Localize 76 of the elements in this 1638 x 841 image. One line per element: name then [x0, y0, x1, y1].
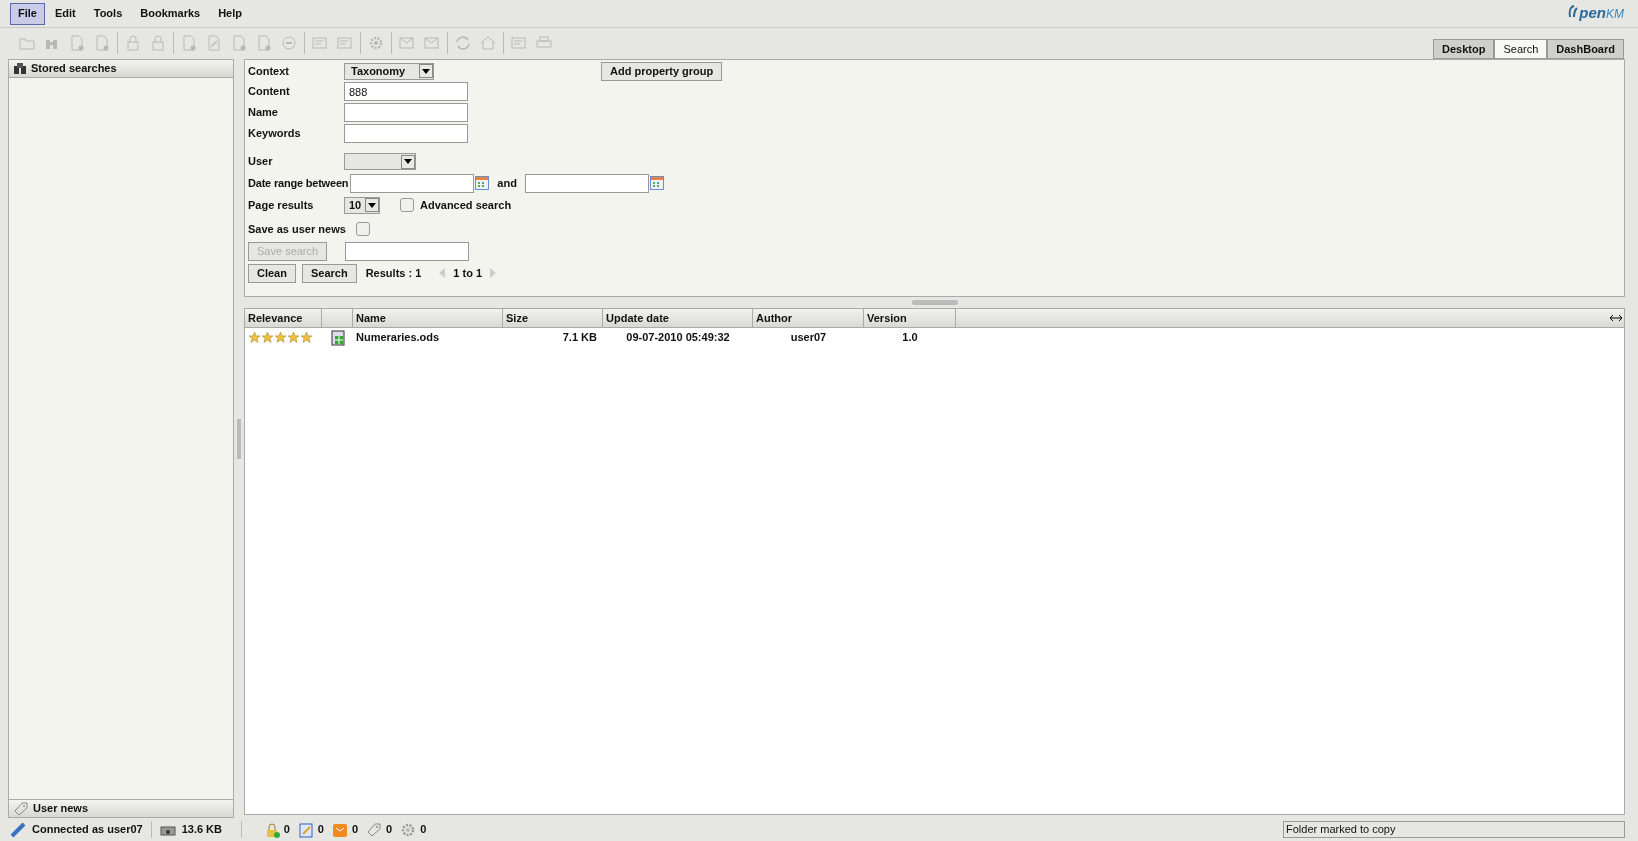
- table-cell: Numeraries.ods: [356, 331, 440, 344]
- plug-icon: [10, 821, 26, 838]
- column-header[interactable]: Update date: [603, 309, 753, 327]
- calendar-icon[interactable]: [649, 176, 664, 190]
- field-label: and: [497, 175, 517, 191]
- table-cell: 1.0: [902, 331, 918, 344]
- splitter-handle[interactable]: [237, 418, 241, 459]
- checkbox-label: Save as user news: [248, 221, 347, 237]
- field-label: Date range between: [248, 175, 349, 191]
- column-header[interactable]: Size: [503, 309, 603, 327]
- search-name-field[interactable]: [345, 241, 470, 261]
- resize-columns-icon[interactable]: [1610, 312, 1622, 324]
- spreadsheet-icon: [330, 329, 345, 346]
- mail-icon[interactable]: [331, 821, 348, 838]
- checkbox-label: Advanced search: [420, 197, 512, 213]
- column-header[interactable]: Relevance: [245, 309, 322, 327]
- field-label: Context: [248, 63, 290, 79]
- status-count: 0: [351, 822, 359, 838]
- table-cell: user07: [790, 331, 827, 344]
- caret-icon: [404, 159, 412, 164]
- calendar-icon[interactable]: [475, 176, 490, 190]
- gear-icon[interactable]: [400, 821, 417, 838]
- search-button[interactable]: Search: [301, 263, 357, 283]
- add-property-group-button[interactable]: Add property group: [601, 61, 723, 81]
- menu-item[interactable]: File: [10, 2, 45, 25]
- field-label: User: [248, 154, 274, 170]
- column-header[interactable]: Name: [353, 309, 503, 327]
- field-label: Name: [248, 105, 279, 121]
- field-label: Page results: [248, 197, 315, 213]
- next-icon[interactable]: [490, 268, 497, 278]
- date-to-field[interactable]: [524, 173, 649, 193]
- status-count: 0: [386, 822, 393, 838]
- page-results-select[interactable]: 10: [344, 196, 380, 214]
- checkbox[interactable]: [400, 198, 414, 212]
- caret-icon: [422, 68, 430, 74]
- menu-item[interactable]: Tools: [85, 2, 131, 25]
- splitter-handle[interactable]: [911, 300, 958, 305]
- menu-item[interactable]: Bookmarks: [132, 2, 209, 25]
- user-select[interactable]: [344, 153, 416, 170]
- panel-footer[interactable]: User news: [9, 799, 233, 817]
- menu-item[interactable]: Edit: [46, 2, 84, 25]
- panel-title: User news: [33, 801, 89, 817]
- date-from-field[interactable]: [350, 173, 475, 193]
- column-header[interactable]: Version: [864, 309, 956, 327]
- edit-icon[interactable]: [297, 821, 314, 838]
- tab[interactable]: Search: [1494, 39, 1548, 59]
- results-count: Results : 1: [365, 265, 422, 281]
- caret-icon: [368, 202, 376, 208]
- tab[interactable]: Desktop: [1433, 39, 1495, 59]
- table-cell: 09-07-2010 05:49:32: [626, 331, 730, 344]
- previous-icon[interactable]: [439, 268, 446, 278]
- content-field[interactable]: 888: [344, 82, 468, 101]
- logo: penKM: [1568, 2, 1624, 25]
- page-range: 1 to 1: [453, 265, 483, 281]
- name-field[interactable]: [344, 103, 468, 122]
- tab[interactable]: DashBoard: [1547, 39, 1624, 59]
- binoculars-icon: [13, 62, 27, 75]
- tag-icon[interactable]: [13, 800, 29, 817]
- status-count: 0: [420, 822, 427, 838]
- keywords-field[interactable]: [344, 124, 468, 143]
- column-header[interactable]: Author: [753, 309, 864, 327]
- connection-status: Connected as user07: [32, 821, 152, 838]
- context-select[interactable]: Taxonomy: [344, 62, 434, 80]
- menu-item[interactable]: Help: [210, 2, 250, 25]
- field-label: Keywords: [248, 126, 302, 142]
- panel-title: Stored searches: [31, 61, 117, 77]
- table-row[interactable]: Numeraries.ods 7.1 KB 09-07-2010 05:49:32 user07 1.0: [245, 328, 1624, 347]
- tag-icon[interactable]: [366, 821, 383, 838]
- checkbox[interactable]: [356, 222, 370, 236]
- table-cell: 7.1 KB: [562, 331, 597, 344]
- field-label: Content: [248, 84, 291, 100]
- status-count: 0: [317, 822, 324, 838]
- clean-button[interactable]: Clean: [248, 263, 296, 283]
- status-count: 0: [283, 822, 290, 838]
- storage-size: 13.6 KB: [181, 821, 242, 838]
- status-message: Folder marked to copy: [1283, 821, 1625, 838]
